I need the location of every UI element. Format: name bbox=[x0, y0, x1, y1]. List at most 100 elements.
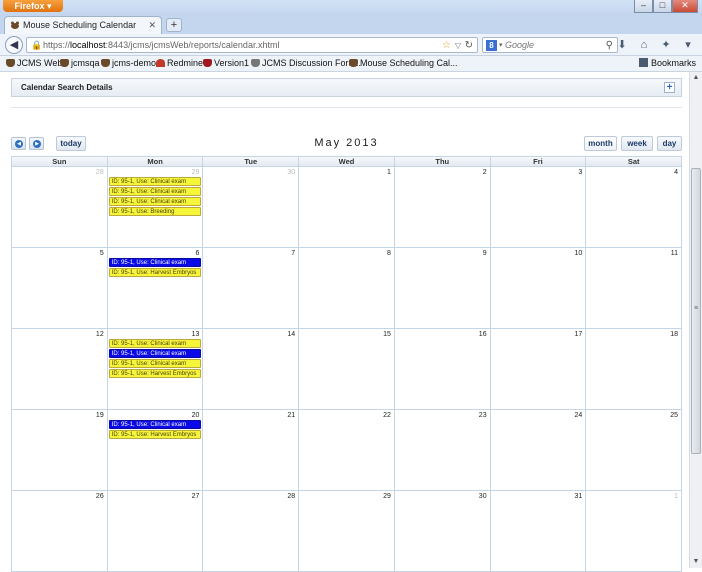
day-number: 12 bbox=[95, 331, 104, 338]
addon-icon[interactable]: ✦ bbox=[658, 37, 674, 53]
prev-month-button[interactable]: ◀ bbox=[11, 137, 26, 150]
reload-icon[interactable]: ↻ bbox=[465, 38, 473, 53]
vertical-scrollbar[interactable]: ▲ ≡ ▼ bbox=[689, 72, 702, 568]
day-cell[interactable]: 5 bbox=[11, 248, 108, 329]
window-controls: – □ ✕ bbox=[634, 0, 698, 13]
search-icon[interactable]: ⚲ bbox=[606, 38, 613, 53]
day-cell[interactable]: 29 bbox=[299, 491, 395, 572]
day-cell[interactable]: 24 bbox=[490, 410, 587, 491]
day-cell[interactable]: 25 bbox=[586, 410, 683, 491]
search-bar[interactable]: 8 ▾ ⚲ bbox=[482, 37, 618, 53]
day-cell[interactable]: 20 ID: 95-1, Use: Clinical exam ID: 95-1, … bbox=[107, 410, 204, 491]
prev-arrow-icon: ◀ bbox=[15, 140, 23, 148]
day-cell[interactable]: 28 bbox=[203, 491, 300, 572]
day-cell[interactable]: 13 ID: 95-1, Use: Clinical exam ID: 95-1, … bbox=[107, 329, 204, 410]
day-cell[interactable]: 17 bbox=[490, 329, 587, 410]
scroll-up-icon[interactable]: ▲ bbox=[690, 72, 702, 84]
scroll-down-icon[interactable]: ▼ bbox=[690, 556, 702, 568]
bookmark-version1[interactable]: Version1 bbox=[203, 56, 249, 71]
calendar-event[interactable]: ID: 95-1, Use: Harvest Embryos bbox=[108, 369, 202, 378]
calendar-event[interactable]: ID: 95-1, Use: Clinical exam bbox=[108, 420, 202, 429]
bookmarks-menu[interactable]: Bookmarks bbox=[638, 56, 696, 71]
day-cell[interactable]: 3 bbox=[490, 167, 587, 248]
day-cell[interactable]: 29 ID: 95-1, Use: Clinical exam ID: 95-1, … bbox=[107, 167, 204, 248]
calendar-event[interactable]: ID: 95-1, Use: Clinical exam bbox=[108, 349, 202, 358]
next-month-button[interactable]: ▶ bbox=[29, 137, 44, 150]
today-button[interactable]: today bbox=[56, 136, 86, 151]
bookmark-jcmsqa[interactable]: jcmsqa bbox=[60, 56, 100, 71]
day-number: 24 bbox=[574, 412, 583, 419]
scrollbar-thumb[interactable]: ≡ bbox=[691, 168, 701, 454]
bookmark-jcms-demo[interactable]: jcms-demo bbox=[101, 56, 156, 71]
close-window-button[interactable]: ✕ bbox=[672, 0, 698, 13]
url-bar[interactable]: 🔒 https://localhost:8443/jcms/jcmsWeb/re… bbox=[26, 37, 478, 53]
search-input[interactable] bbox=[505, 39, 595, 51]
firefox-menu-button[interactable]: Firefox ▾ bbox=[3, 0, 63, 12]
bookmark-star-icon[interactable]: ☆ bbox=[442, 38, 451, 53]
day-cell[interactable]: 22 bbox=[299, 410, 395, 491]
day-cell[interactable]: 1 bbox=[299, 167, 395, 248]
day-cell[interactable]: 27 bbox=[107, 491, 204, 572]
bookmark-redmine[interactable]: Redmine bbox=[156, 56, 203, 71]
day-view-button[interactable]: day bbox=[657, 136, 682, 151]
browser-tab[interactable]: Mouse Scheduling Calendar ✕ bbox=[4, 16, 162, 34]
day-cell[interactable]: 16 bbox=[394, 329, 491, 410]
bookmark-mouse-scheduling[interactable]: Mouse Scheduling Cal... bbox=[349, 56, 458, 71]
day-cell[interactable]: 7 bbox=[203, 248, 300, 329]
day-cell[interactable]: 11 bbox=[586, 248, 683, 329]
day-cell[interactable]: 21 bbox=[203, 410, 300, 491]
maximize-button[interactable]: □ bbox=[653, 0, 672, 13]
day-number: 27 bbox=[191, 493, 200, 500]
bookmark-jcms-web[interactable]: JCMS Web bbox=[6, 56, 62, 71]
day-cell[interactable]: 19 bbox=[11, 410, 108, 491]
event-list: ID: 95-1, Use: Clinical exam ID: 95-1, Us… bbox=[108, 258, 202, 278]
search-engine-icon[interactable]: 8 bbox=[486, 40, 497, 51]
calendar-search-panel[interactable]: Calendar Search Details + bbox=[11, 78, 682, 97]
day-number: 22 bbox=[383, 412, 391, 419]
day-cell[interactable]: 14 bbox=[203, 329, 300, 410]
day-cell[interactable]: 8 bbox=[299, 248, 395, 329]
url-dropdown-icon[interactable]: ▽ bbox=[455, 38, 461, 53]
day-cell[interactable]: 1 bbox=[586, 491, 683, 572]
day-cell[interactable]: 12 bbox=[11, 329, 108, 410]
expand-panel-button[interactable]: + bbox=[664, 82, 675, 93]
day-cell[interactable]: 6 ID: 95-1, Use: Clinical exam ID: 95-1, U… bbox=[107, 248, 204, 329]
day-cell[interactable]: 18 bbox=[586, 329, 683, 410]
month-view-button[interactable]: month bbox=[584, 136, 617, 151]
calendar-event[interactable]: ID: 95-1, Use: Clinical exam bbox=[108, 187, 202, 196]
day-cell[interactable]: 28 bbox=[11, 167, 108, 248]
calendar-event[interactable]: ID: 95-1, Use: Clinical exam bbox=[108, 177, 202, 186]
day-cell[interactable]: 26 bbox=[11, 491, 108, 572]
day-cell[interactable]: 9 bbox=[394, 248, 491, 329]
day-cell[interactable]: 10 bbox=[490, 248, 587, 329]
calendar-event[interactable]: ID: 95-1, Use: Clinical exam bbox=[108, 197, 202, 206]
day-number: 31 bbox=[574, 493, 583, 500]
day-cell[interactable]: 30 bbox=[394, 491, 491, 572]
day-cell[interactable]: 23 bbox=[394, 410, 491, 491]
minimize-button[interactable]: – bbox=[634, 0, 653, 13]
engine-dropdown-icon[interactable]: ▾ bbox=[499, 38, 503, 53]
bookmark-jcms-discussion[interactable]: JCMS Discussion Foru... bbox=[251, 56, 361, 71]
menu-chevron-icon[interactable]: ▾ bbox=[680, 37, 696, 53]
downloads-icon[interactable]: ⬇ bbox=[614, 37, 630, 53]
week-row: 28 29 ID: 95-1, Use: Clinical exam ID: 95-1… bbox=[11, 167, 683, 248]
calendar-event[interactable]: ID: 95-1, Use: Clinical exam bbox=[108, 258, 202, 267]
day-number: 30 bbox=[478, 493, 487, 500]
new-tab-button[interactable]: + bbox=[166, 18, 182, 32]
calendar-event[interactable]: ID: 95-1, Use: Clinical exam bbox=[108, 339, 202, 348]
day-cell[interactable]: 4 bbox=[586, 167, 683, 248]
day-cell[interactable]: 2 bbox=[394, 167, 491, 248]
day-cell[interactable]: 31 bbox=[490, 491, 587, 572]
day-cell[interactable]: 30 bbox=[203, 167, 300, 248]
calendar-event[interactable]: ID: 95-1, Use: Harvest Embryos bbox=[108, 268, 202, 277]
back-button[interactable]: ◀ bbox=[5, 36, 23, 54]
home-icon[interactable]: ⌂ bbox=[636, 37, 652, 53]
calendar-event[interactable]: ID: 95-1, Use: Clinical exam bbox=[108, 359, 202, 368]
day-cell[interactable]: 15 bbox=[299, 329, 395, 410]
calendar-event[interactable]: ID: 95-1, Use: Harvest Embryos bbox=[108, 430, 202, 439]
calendar-event[interactable]: ID: 95-1, Use: Breeding bbox=[108, 207, 202, 216]
week-view-button[interactable]: week bbox=[621, 136, 653, 151]
tab-close-icon[interactable]: ✕ bbox=[148, 17, 156, 34]
day-number: 28 bbox=[287, 493, 296, 500]
title-bar: Firefox ▾ – □ ✕ bbox=[0, 0, 702, 14]
